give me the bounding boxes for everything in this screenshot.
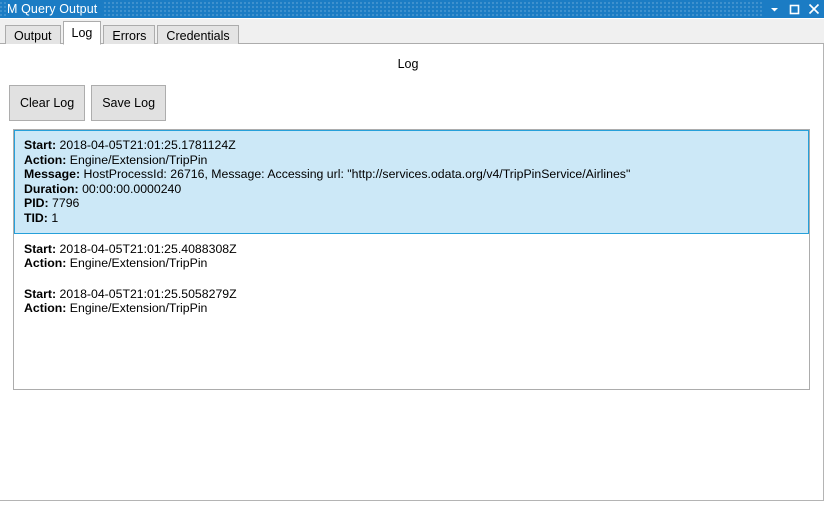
log-field-key: Message: (24, 167, 81, 182)
log-field-key: Action: (24, 152, 67, 167)
log-field-key: Start: (24, 286, 57, 301)
log-line: Action: Engine/Extension/TripPin (24, 301, 800, 316)
page-title: Log (397, 57, 419, 71)
maximize-icon[interactable] (784, 0, 804, 18)
log-field-key: Start: (24, 241, 57, 256)
tab-strip: Output Log Errors Credentials (0, 19, 824, 46)
log-line: PID: 7796 (24, 196, 800, 211)
log-field-key: Duration: (24, 181, 79, 196)
log-field-value: HostProcessId: 26716, Message: Accessing… (83, 167, 631, 182)
clear-log-button[interactable]: Clear Log (9, 85, 86, 121)
save-log-button[interactable]: Save Log (91, 85, 167, 121)
log-line: Action: Engine/Extension/TripPin (24, 153, 800, 168)
log-line: Duration: 00:00:00.0000240 (24, 182, 800, 197)
log-line: Message: HostProcessId: 26716, Message: … (24, 167, 800, 182)
log-field-value: 1 (51, 210, 59, 225)
window-controls (764, 0, 824, 18)
log-field-value: 2018-04-05T21:01:25.4088308Z (59, 241, 237, 256)
log-tab-panel: Log Clear Log Save Log Start: 2018-04-05… (0, 44, 824, 501)
log-line: Start: 2018-04-05T21:01:25.1781124Z (24, 138, 800, 153)
log-toolbar: Clear Log Save Log (9, 85, 172, 121)
log-field-key: TID: (24, 210, 48, 225)
log-entry[interactable]: Start: 2018-04-05T21:01:25.1781124Z Actio… (14, 130, 809, 234)
log-field-key: Action: (24, 301, 67, 316)
window-title: M Query Output (7, 0, 104, 18)
log-line: TID: 1 (24, 211, 800, 226)
tab-errors[interactable]: Errors (103, 25, 156, 46)
title-bar[interactable]: M Query Output (0, 0, 824, 18)
log-field-value: 2018-04-05T21:01:25.1781124Z (59, 138, 236, 152)
log-field-value: Engine/Extension/TripPin (69, 152, 208, 167)
tab-list: Output Log Errors Credentials (5, 20, 241, 46)
log-line: Action: Engine/Extension/TripPin (24, 256, 800, 271)
log-line: Start: 2018-04-05T21:01:25.5058279Z (24, 287, 800, 302)
log-entry-list[interactable]: Start: 2018-04-05T21:01:25.1781124Z Actio… (13, 129, 810, 390)
tab-output[interactable]: Output (5, 25, 61, 46)
log-field-key: Start: (24, 138, 57, 152)
log-field-key: Action: (24, 256, 67, 271)
minimize-icon[interactable] (764, 0, 784, 18)
log-line: Start: 2018-04-05T21:01:25.4088308Z (24, 242, 800, 257)
tab-log[interactable]: Log (62, 21, 102, 45)
m-query-output-window: M Query Output Output Log Errors Credent… (0, 0, 824, 515)
log-entry[interactable]: Start: 2018-04-05T21:01:25.4088308Z Actio… (14, 234, 809, 279)
log-field-value: 2018-04-05T21:01:25.5058279Z (59, 286, 237, 301)
log-field-value: 00:00:00.0000240 (82, 181, 182, 196)
log-field-key: PID: (24, 196, 49, 211)
close-icon[interactable] (804, 0, 824, 18)
log-field-value: Engine/Extension/TripPin (69, 256, 208, 271)
log-field-value: Engine/Extension/TripPin (69, 301, 208, 316)
log-field-value: 7796 (52, 196, 80, 211)
log-entry[interactable]: Start: 2018-04-05T21:01:25.5058279Z Actio… (14, 279, 809, 324)
tab-credentials[interactable]: Credentials (157, 25, 239, 46)
